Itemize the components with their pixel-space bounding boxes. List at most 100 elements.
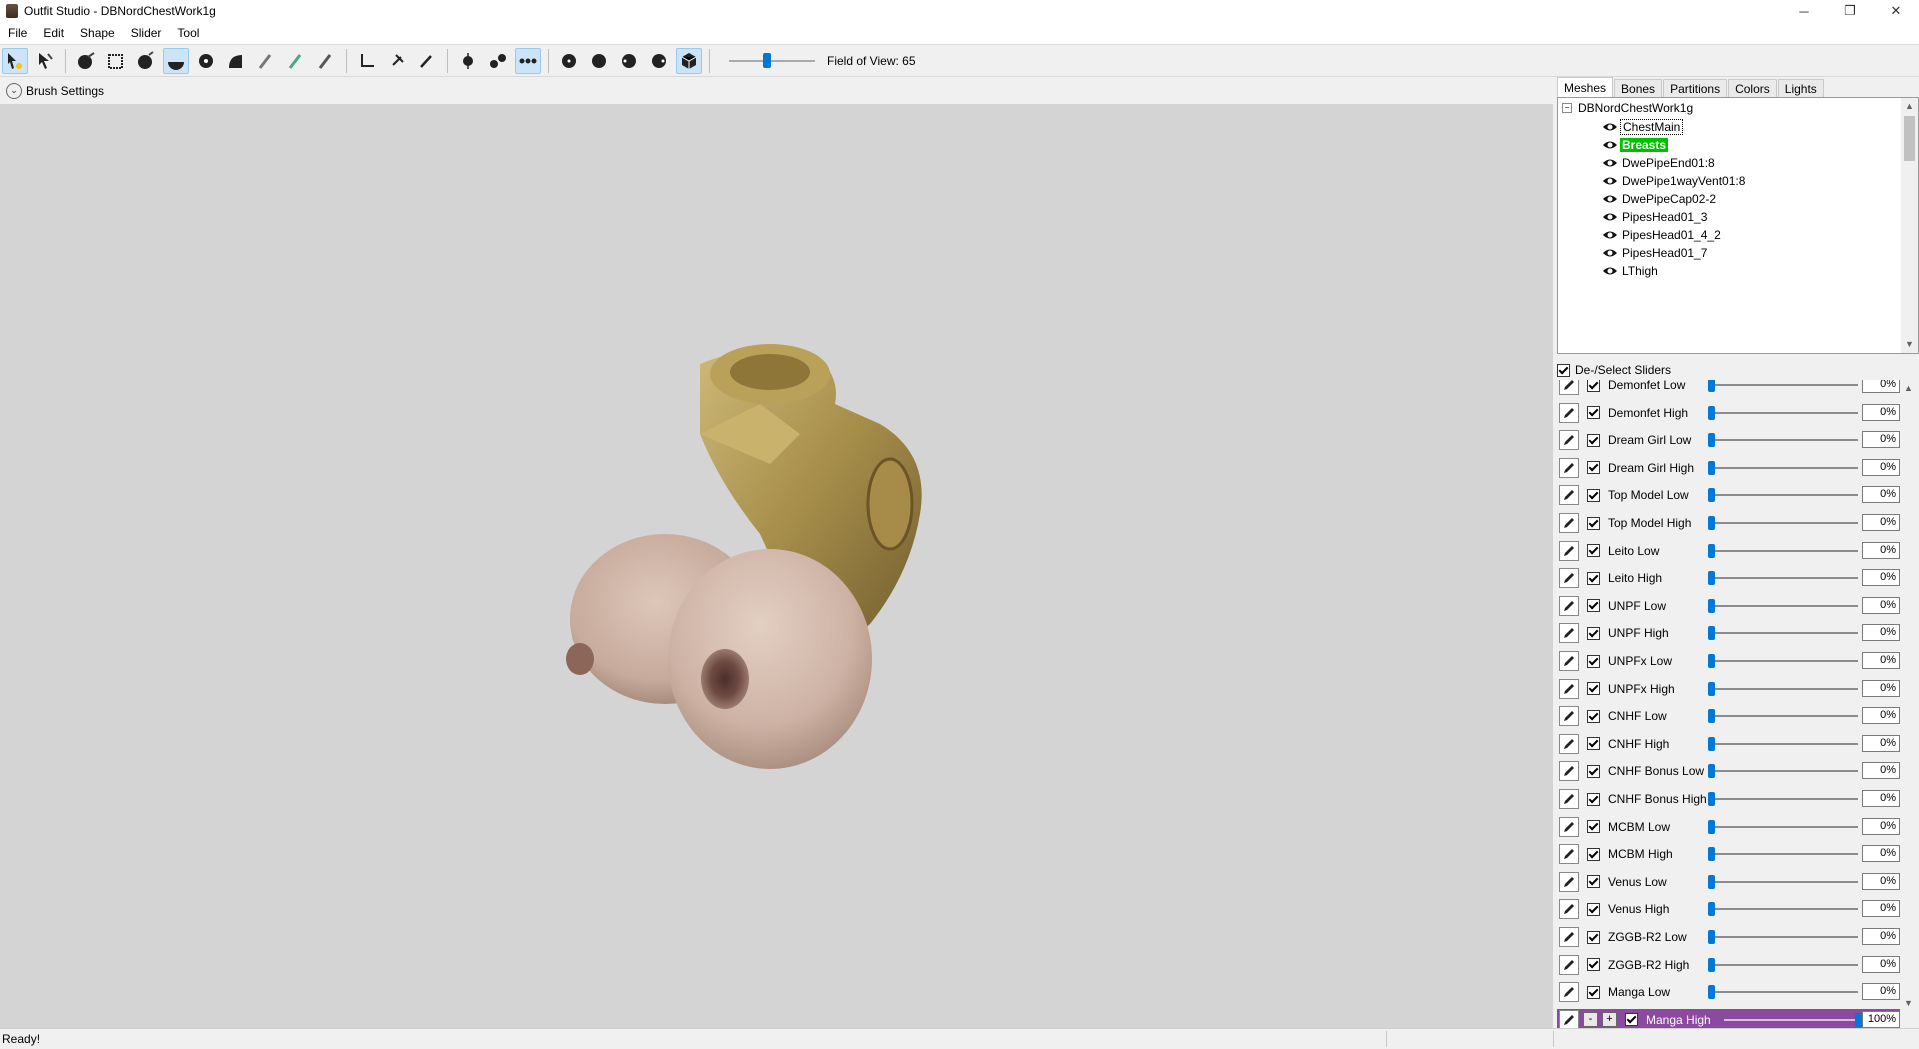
slider-checkbox[interactable] [1587, 461, 1600, 475]
slider-checkbox[interactable] [1587, 654, 1600, 668]
global-brush-button[interactable] [515, 47, 541, 74]
brush-settings-bar[interactable]: ⌄ Brush Settings [0, 77, 1553, 104]
minimize-button[interactable]: ─ [1781, 0, 1827, 22]
slider-track[interactable] [1708, 486, 1858, 504]
slider-knob[interactable] [1708, 847, 1715, 862]
mirror-x-button[interactable] [455, 48, 481, 74]
tree-item-label[interactable]: DwePipeCap02-2 [1620, 192, 1718, 206]
slider-knob[interactable] [1708, 709, 1715, 724]
slider-knob[interactable] [1708, 985, 1715, 1000]
menu-tool[interactable]: Tool [169, 26, 207, 40]
slider-track[interactable] [1708, 762, 1858, 780]
edit-slider-button[interactable] [1559, 513, 1579, 533]
slider-checkbox[interactable] [1587, 380, 1600, 392]
view-front-button[interactable] [556, 48, 582, 74]
edit-slider-button[interactable] [1559, 1009, 1579, 1028]
tab-bones[interactable]: Bones [1614, 79, 1663, 98]
edit-slider-button[interactable] [1559, 540, 1579, 561]
mask-brush-button[interactable] [73, 48, 99, 74]
slider-checkbox[interactable] [1587, 488, 1600, 502]
deflate-brush-button[interactable] [163, 47, 189, 74]
slider-track[interactable] [1708, 956, 1858, 974]
tree-root-label[interactable]: DBNordChestWork1g [1578, 101, 1693, 115]
slider-knob[interactable] [1708, 957, 1715, 972]
smooth-brush-button[interactable] [223, 48, 249, 74]
slider-track[interactable] [1708, 873, 1858, 891]
tree-item-label[interactable]: PipesHead01_3 [1620, 210, 1709, 224]
slider-knob[interactable] [1708, 764, 1715, 779]
slider-row[interactable]: Leito Low 0% [1557, 540, 1900, 562]
edit-slider-button[interactable] [1559, 954, 1579, 975]
slider-value[interactable]: 0% [1862, 845, 1900, 863]
transform-tool-button[interactable] [32, 48, 58, 74]
slider-checkbox[interactable] [1587, 737, 1600, 751]
menu-shape[interactable]: Shape [72, 26, 123, 40]
slider-value[interactable]: 0% [1862, 679, 1900, 697]
slider-knob[interactable] [1855, 1012, 1862, 1027]
close-button[interactable]: ✕ [1873, 0, 1919, 22]
slider-value[interactable]: 0% [1862, 380, 1900, 393]
slider-row[interactable]: Dream Girl High 0% [1557, 457, 1900, 479]
deselect-sliders-checkbox[interactable] [1557, 363, 1570, 377]
alpha-brush-button[interactable] [313, 48, 339, 74]
tree-item-label[interactable]: DwePipeEnd01:8 [1620, 156, 1717, 170]
slider-row[interactable]: MCBM Low 0% [1557, 816, 1900, 838]
slider-checkbox[interactable] [1587, 682, 1600, 696]
edit-slider-button[interactable] [1559, 678, 1579, 699]
slider-value[interactable]: 0% [1862, 652, 1900, 669]
slider-knob[interactable] [1708, 516, 1715, 530]
slider-checkbox[interactable] [1587, 516, 1600, 530]
slider-knob[interactable] [1708, 433, 1715, 448]
tree-item-label[interactable]: PipesHead01_7 [1620, 246, 1709, 260]
vertex-edit-button[interactable] [384, 48, 410, 74]
slider-track[interactable] [1708, 900, 1858, 918]
slider-checkbox[interactable] [1587, 571, 1600, 585]
tree-item[interactable]: Breasts [1602, 136, 1669, 153]
slider-value[interactable]: 0% [1862, 596, 1900, 614]
slider-track[interactable] [1708, 845, 1858, 863]
tree-item-label[interactable]: Breasts [1620, 137, 1669, 152]
slider-checkbox[interactable] [1587, 820, 1600, 834]
slider-checkbox[interactable] [1587, 985, 1600, 999]
slider-knob[interactable] [1708, 792, 1715, 806]
slider-track[interactable] [1708, 928, 1858, 946]
slider-row[interactable]: ZGGB-R2 High 0% [1557, 954, 1900, 976]
tree-root[interactable]: − DBNordChestWork1g [1562, 101, 1693, 115]
slider-value[interactable]: 0% [1862, 817, 1900, 835]
edit-slider-button[interactable] [1559, 595, 1579, 616]
slider-value[interactable]: 0% [1862, 872, 1900, 890]
slider-track[interactable] [1708, 404, 1858, 422]
edge-edit-button[interactable] [414, 48, 440, 74]
view-right-button[interactable] [646, 48, 672, 74]
slider-track[interactable] [1708, 680, 1858, 698]
slider-checkbox[interactable] [1587, 406, 1600, 420]
slider-value[interactable]: 0% [1862, 403, 1900, 421]
eye-icon[interactable] [1602, 139, 1618, 151]
edit-slider-button[interactable] [1559, 733, 1579, 754]
pivot-button[interactable] [354, 48, 380, 74]
scroll-up-arrow[interactable]: ▲ [1900, 380, 1917, 397]
view-left-button[interactable] [616, 48, 642, 74]
slider-knob[interactable] [1708, 571, 1715, 586]
slider-knob[interactable] [1708, 380, 1715, 392]
slider-track[interactable] [1708, 597, 1858, 615]
slider-value[interactable]: 0% [1862, 928, 1900, 945]
slider-value[interactable]: 0% [1862, 569, 1900, 587]
slider-checkbox[interactable] [1587, 958, 1600, 972]
tree-item[interactable]: ChestMain [1602, 118, 1684, 135]
color-brush-button[interactable] [283, 48, 309, 74]
eye-icon[interactable] [1602, 193, 1618, 205]
slider-track[interactable] [1708, 542, 1858, 560]
menu-edit[interactable]: Edit [35, 26, 72, 40]
slider-row[interactable]: CNHF Low 0% [1557, 705, 1900, 727]
move-brush-button[interactable] [193, 48, 219, 74]
eye-icon[interactable] [1602, 229, 1618, 241]
edit-slider-button[interactable] [1559, 485, 1579, 506]
edit-slider-button[interactable] [1559, 789, 1579, 809]
slider-row[interactable]: Top Model High 0% [1557, 512, 1900, 534]
slider-row[interactable]: Demonfet High 0% [1557, 402, 1900, 424]
tree-item[interactable]: DwePipe1wayVent01:8 [1602, 172, 1747, 189]
chevron-down-icon[interactable]: ⌄ [6, 82, 22, 99]
slider-checkbox[interactable] [1587, 792, 1600, 806]
tree-item[interactable]: DwePipeCap02-2 [1602, 190, 1718, 207]
